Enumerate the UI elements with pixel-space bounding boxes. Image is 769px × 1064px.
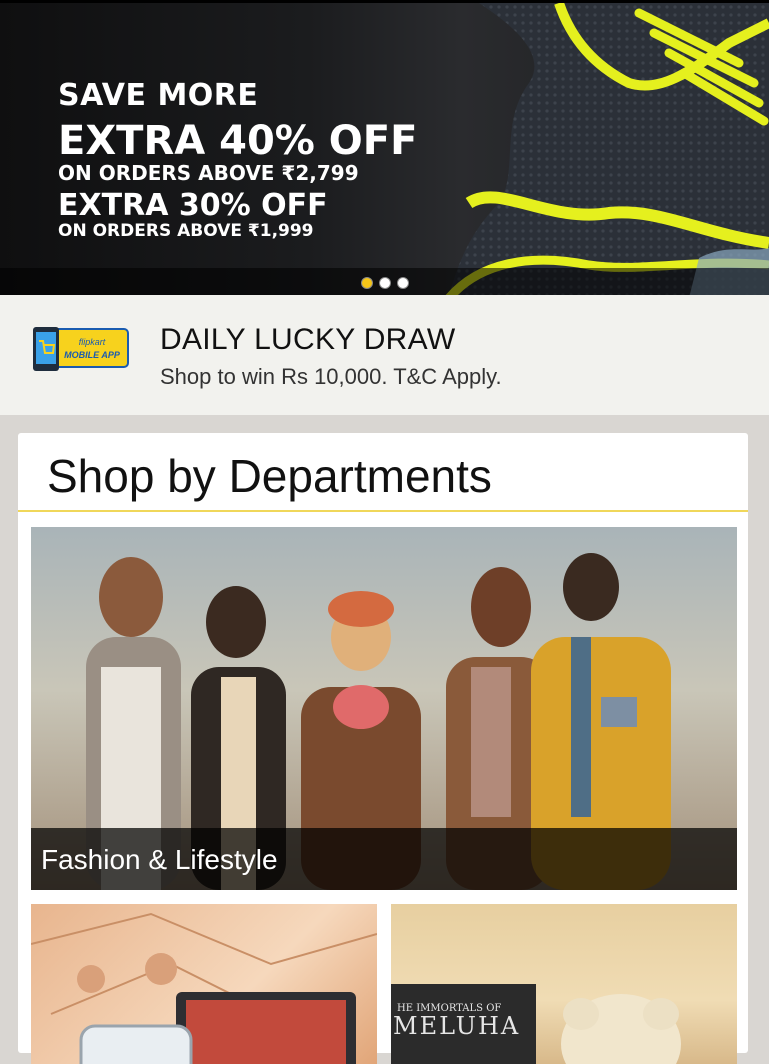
promo-text: SAVE MORE EXTRA 40% OFF ON ORDERS ABOVE … xyxy=(58,81,417,240)
carousel-dot[interactable] xyxy=(396,277,409,289)
department-caption: Fashion & Lifestyle xyxy=(31,828,737,890)
shoe-image xyxy=(445,3,769,295)
departments-card: Shop by Departments Fashion & Lifestyle … xyxy=(18,433,748,1064)
promo-banner[interactable]: SAVE MORE EXTRA 40% OFF ON ORDERS ABOVE … xyxy=(0,0,769,295)
promo-line-save: SAVE MORE xyxy=(58,78,259,113)
book-line2: MELUHA xyxy=(393,1012,520,1040)
department-label: Fashion & Lifestyle xyxy=(41,844,278,875)
lucky-draw-subtitle: Shop to win Rs 10,000. T&C Apply. xyxy=(160,364,502,389)
logo-tag-text: MOBILE APP xyxy=(64,350,121,360)
logo-brand-text: flipkart xyxy=(79,337,106,347)
department-fashion-lifestyle[interactable]: Fashion & Lifestyle xyxy=(31,527,737,890)
carousel-indicator xyxy=(0,268,769,295)
department-electronics[interactable] xyxy=(31,904,377,1064)
promo-line-30-condition: ON ORDERS ABOVE ₹1,999 xyxy=(58,221,314,241)
section-title: Shop by Departments xyxy=(47,450,492,502)
books-image: HE IMMORTALS OF MELUHA xyxy=(391,984,681,1064)
promo-line-30: EXTRA 30% OFF xyxy=(58,188,328,223)
department-books[interactable]: HE IMMORTALS OF MELUHA xyxy=(391,904,737,1064)
electronics-image xyxy=(31,912,377,1064)
flipkart-mobile-app-logo: flipkart MOBILE APP xyxy=(33,327,129,371)
lucky-draw-strip[interactable]: flipkart MOBILE APP DAILY LUCKY DRAW Sho… xyxy=(0,295,769,415)
promo-line-40: EXTRA 40% OFF xyxy=(58,118,418,164)
lucky-draw-title: DAILY LUCKY DRAW xyxy=(160,323,456,356)
carousel-dot[interactable] xyxy=(360,277,373,289)
promo-line-40-condition: ON ORDERS ABOVE ₹2,799 xyxy=(58,161,359,185)
carousel-dot[interactable] xyxy=(378,277,391,289)
section-divider xyxy=(18,510,748,512)
